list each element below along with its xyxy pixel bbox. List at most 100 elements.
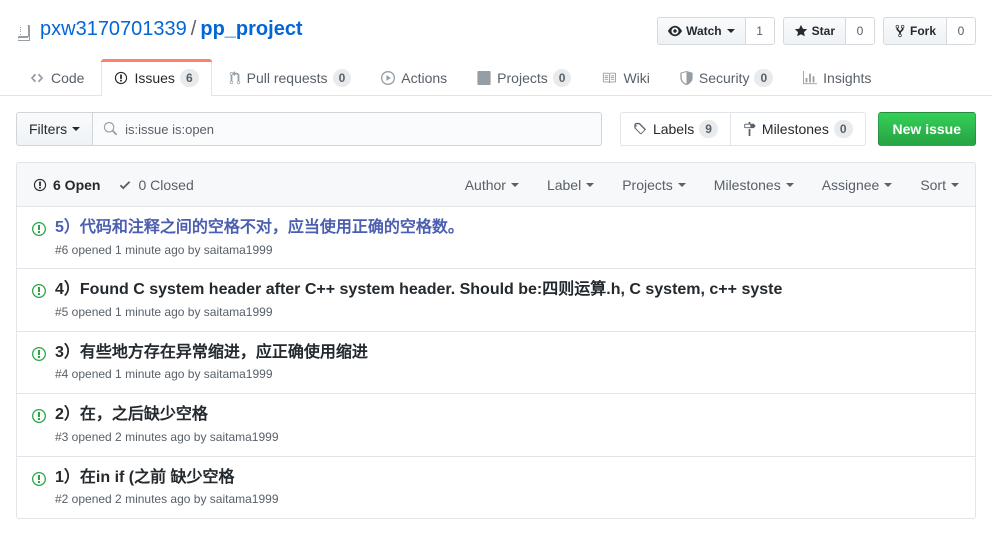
milestones-label: Milestones	[761, 121, 829, 137]
open-issues-filter[interactable]: 6 Open	[33, 177, 100, 193]
issues-list-header: 6 Open 0 Closed Author Label Projects Mi…	[17, 163, 975, 207]
milestones-filter-label: Milestones	[713, 176, 781, 193]
book-icon	[601, 71, 617, 85]
new-issue-button[interactable]: New issue	[877, 112, 976, 146]
chevron-down-icon	[884, 182, 893, 187]
tab-issues-label: Issues	[134, 70, 175, 86]
tab-pull-requests-label: Pull requests	[246, 69, 328, 86]
issue-opened-icon	[31, 346, 47, 362]
star-count[interactable]: 0	[844, 17, 875, 45]
chevron-down-icon	[72, 127, 81, 131]
eye-icon	[668, 24, 683, 38]
tab-issues-count: 6	[179, 69, 199, 87]
milestones-button[interactable]: Milestones 0	[729, 112, 866, 146]
issue-opened-icon	[33, 178, 47, 192]
repo-icon	[16, 23, 32, 41]
chevron-down-icon	[726, 29, 735, 33]
issue-meta: #3 opened 2 minutes ago by saitama1999	[55, 429, 279, 444]
table-row[interactable]: 3）有些地方存在异常缩进，应正确使用缩进 #4 opened 1 minute …	[17, 332, 975, 395]
tab-wiki-label: Wiki	[623, 69, 650, 86]
issue-title-link[interactable]: 4）Found C system header after C++ system…	[55, 279, 959, 301]
issues-subnav: Filters Labels 9	[0, 96, 992, 146]
repo-title: pxw3170701339 / pp_project	[16, 16, 649, 42]
repo-header: pxw3170701339 / pp_project Watch 1 Star …	[0, 0, 992, 45]
issue-title-link[interactable]: 1）在in if (之前 缺少空格	[55, 467, 959, 489]
issue-title-link[interactable]: 3）有些地方存在异常缩进，应正确使用缩进	[55, 342, 959, 364]
assignee-filter[interactable]: Assignee	[822, 177, 893, 193]
sort-filter-label: Sort	[920, 176, 946, 193]
repo-name-link[interactable]: pp_project	[200, 17, 302, 42]
issue-opened-icon	[31, 221, 47, 237]
issue-meta: #5 opened 1 minute ago by saitama1999	[55, 304, 273, 319]
tab-issues[interactable]: Issues 6	[101, 59, 212, 96]
watch-label: Watch	[686, 24, 722, 38]
tab-projects-count: 0	[552, 68, 572, 87]
repo-separator: /	[190, 18, 197, 40]
assignee-filter-label: Assignee	[821, 176, 880, 193]
labels-milestones-group: Labels 9 Milestones 0	[619, 112, 866, 146]
tab-actions[interactable]: Actions	[368, 59, 460, 95]
watch-button[interactable]: Watch	[657, 17, 745, 45]
tab-wiki[interactable]: Wiki	[588, 59, 662, 95]
issue-title-link[interactable]: 2）在，之后缺少空格	[55, 404, 959, 426]
watch-count[interactable]: 1	[744, 17, 775, 45]
issue-opened-icon	[31, 408, 47, 424]
issue-meta: #4 opened 1 minute ago by saitama1999	[55, 367, 273, 382]
sort-filter[interactable]: Sort	[920, 177, 959, 193]
filters-dropdown-button[interactable]: Filters	[16, 112, 94, 146]
tab-actions-label: Actions	[401, 69, 448, 86]
filter-search-group: Filters	[16, 112, 602, 146]
table-row[interactable]: 1）在in if (之前 缺少空格 #2 opened 2 minutes ag…	[17, 457, 975, 518]
label-filter[interactable]: Label	[546, 176, 595, 193]
issue-state-filters: 6 Open 0 Closed	[33, 177, 212, 193]
tab-code[interactable]: Code	[16, 59, 97, 95]
tab-pull-requests-count: 0	[332, 68, 352, 87]
closed-issues-filter[interactable]: 0 Closed	[118, 176, 194, 193]
tab-security[interactable]: Security 0	[667, 59, 786, 95]
table-row[interactable]: 5）代码和注释之间的空格不对，应当使用正确的空格数。 #6 opened 1 m…	[17, 207, 975, 270]
author-filter-label: Author	[464, 176, 506, 193]
repo-owner-link[interactable]: pxw3170701339	[40, 17, 187, 42]
issue-content: 4）Found C system header after C++ system…	[55, 279, 959, 320]
milestones-filter[interactable]: Milestones	[714, 177, 794, 193]
graph-icon	[803, 70, 818, 85]
author-filter[interactable]: Author	[465, 177, 519, 193]
fork-icon	[894, 24, 906, 38]
tab-insights[interactable]: Insights	[790, 59, 884, 95]
tab-projects[interactable]: Projects 0	[464, 59, 584, 95]
fork-label: Fork	[909, 24, 936, 38]
tab-pull-requests[interactable]: Pull requests 0	[216, 59, 365, 95]
open-issues-label: 6 Open	[53, 176, 101, 193]
issue-content: 2）在，之后缺少空格 #3 opened 2 minutes ago by sa…	[55, 404, 959, 445]
code-icon	[29, 71, 45, 85]
fork-count[interactable]: 0	[946, 17, 976, 45]
issue-meta: #6 opened 1 minute ago by saitama1999	[55, 242, 273, 257]
fork-button[interactable]: Fork	[882, 17, 946, 45]
tag-icon	[633, 122, 647, 136]
tab-projects-label: Projects	[497, 69, 548, 86]
star-button-group: Star 0	[782, 17, 875, 45]
watch-button-group: Watch 1	[657, 17, 775, 45]
issues-search-field[interactable]	[93, 112, 602, 146]
projects-filter[interactable]: Projects	[622, 177, 686, 193]
tab-code-label: Code	[51, 69, 85, 86]
tab-insights-label: Insights	[823, 69, 872, 86]
star-label: Star	[811, 24, 835, 38]
labels-label: Labels	[652, 121, 695, 137]
closed-issues-label: 0 Closed	[138, 176, 194, 193]
chevron-down-icon	[510, 182, 519, 187]
labels-count: 9	[699, 120, 718, 138]
issues-list-container: 6 Open 0 Closed Author Label Projects Mi…	[16, 162, 976, 519]
labels-button[interactable]: Labels 9	[619, 112, 730, 146]
chevron-down-icon	[677, 182, 686, 187]
shield-icon	[680, 70, 693, 85]
star-button[interactable]: Star	[782, 17, 845, 45]
table-row[interactable]: 4）Found C system header after C++ system…	[17, 269, 975, 332]
fork-button-group: Fork 0	[882, 17, 976, 45]
table-row[interactable]: 2）在，之后缺少空格 #3 opened 2 minutes ago by sa…	[17, 394, 975, 457]
search-icon	[103, 122, 118, 136]
label-filter-label: Label	[546, 176, 582, 193]
issues-header-filters: Author Label Projects Milestones Assigne…	[437, 177, 959, 193]
issue-title-link[interactable]: 5）代码和注释之间的空格不对，应当使用正确的空格数。	[55, 217, 959, 239]
search-input[interactable]	[125, 121, 591, 137]
